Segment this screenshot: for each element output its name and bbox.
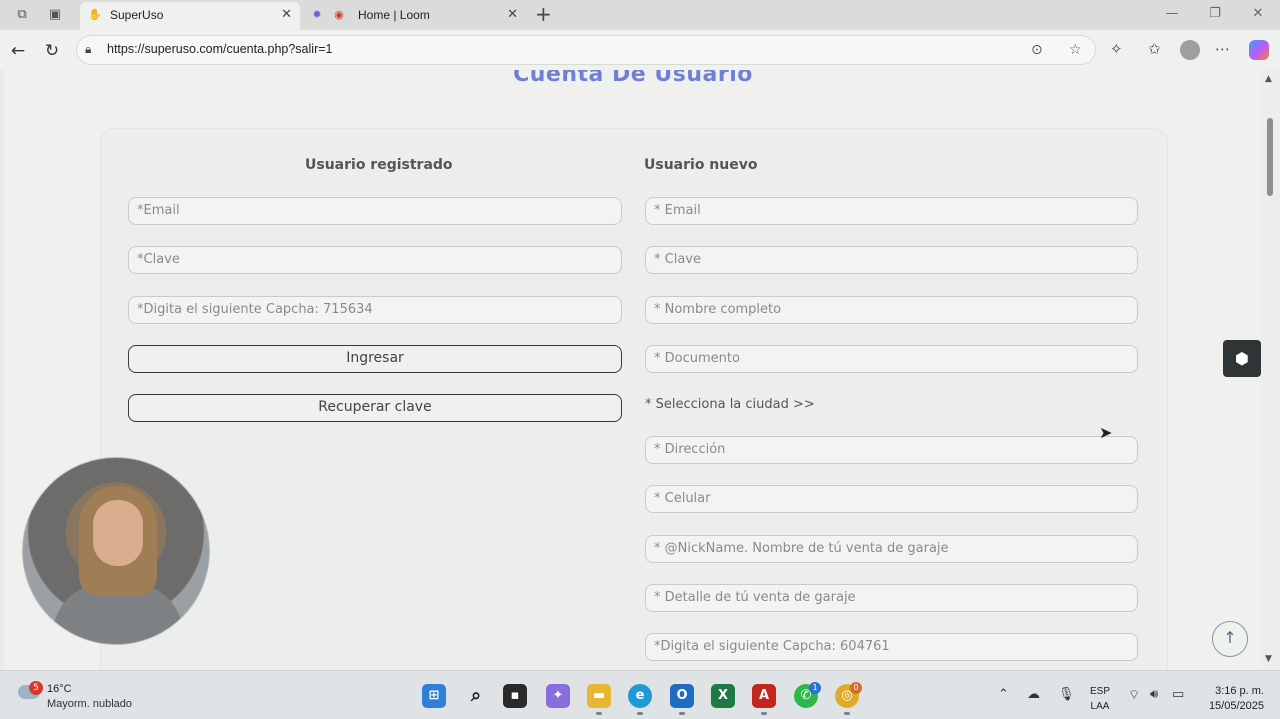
scroll-down-arrow-icon[interactable]: ▼ [1265, 654, 1272, 664]
clock-date: 15/05/2025 [1208, 700, 1264, 712]
language-indicator[interactable]: ESP LAA [1090, 684, 1110, 714]
running-indicator [596, 712, 602, 715]
onedrive-cloud-icon[interactable]: ☁ [1027, 687, 1040, 702]
reload-icon[interactable]: ↻ [41, 40, 63, 62]
extension-gear-icon: ✹ [312, 8, 322, 21]
running-indicator [679, 712, 685, 715]
browser-window: ⧉ ▣ ✋ SuperUso ✕ ✹ ◉ Home | Loom ✕ + — ❐… [0, 0, 1280, 719]
close-window-button[interactable]: ✕ [1238, 6, 1278, 21]
running-indicator [761, 712, 767, 715]
volume-icon[interactable]: 🔊︎ [1150, 687, 1158, 702]
restore-button[interactable]: ❐ [1195, 6, 1235, 21]
recording-icon: ◉ [334, 8, 344, 21]
register-password-input[interactable]: * Clave [645, 246, 1138, 274]
login-email-input[interactable]: *Email [128, 197, 622, 225]
running-indicator [637, 712, 643, 715]
wifi-icon[interactable]: ⌔ [1128, 687, 1140, 703]
extensions-puzzle-icon[interactable]: ✧ [1110, 40, 1123, 58]
tab-title: SuperUso [110, 8, 164, 22]
login-captcha-input[interactable]: *Digita el siguiente Capcha: 715634 [128, 296, 622, 324]
tray-overflow-chevron-icon[interactable]: ⌃ [998, 687, 1009, 702]
settings-more-icon[interactable]: ⋯ [1215, 40, 1230, 58]
profile-avatar[interactable] [1180, 40, 1200, 60]
new-tab-button[interactable]: + [535, 4, 552, 24]
language-code: ESP [1090, 686, 1111, 697]
task-view-icon[interactable]: ▪ [503, 684, 527, 708]
favorite-star-icon[interactable]: ☆ [1069, 42, 1082, 58]
outlook-icon[interactable]: O [670, 684, 694, 708]
register-fullname-input[interactable]: * Nombre completo [645, 296, 1138, 324]
page-scrollbar[interactable]: ▲ ▼ [1262, 70, 1280, 670]
copilot-app-icon[interactable]: ✦ [546, 684, 570, 708]
scroll-to-top-icon[interactable]: ↑ [1212, 621, 1248, 657]
system-clock[interactable]: 3:16 p. m. 15/05/2025 [1196, 684, 1264, 714]
webcam-person-face [93, 500, 143, 566]
tab-bar: ⧉ ▣ ✋ SuperUso ✕ ✹ ◉ Home | Loom ✕ + — ❐… [0, 0, 1280, 30]
close-tab-icon[interactable]: ✕ [281, 2, 292, 28]
battery-icon[interactable]: ▭ [1172, 687, 1184, 702]
register-email-input[interactable]: * Email [645, 197, 1138, 225]
acrobat-icon[interactable]: A [752, 684, 776, 708]
weather-badge: 5 [29, 681, 43, 695]
search-icon[interactable]: ⌕ [464, 684, 488, 708]
register-nickname-input[interactable]: * @NickName. Nombre de tú venta de garaj… [645, 535, 1138, 563]
microphone-icon[interactable]: 🎙︎ [1058, 687, 1075, 702]
excel-icon[interactable]: X [711, 684, 735, 708]
close-tab-icon[interactable]: ✕ [507, 2, 518, 28]
address-bar[interactable]: 🔒︎ https://superuso.com/cuenta.php?salir… [76, 35, 1096, 65]
copilot-icon[interactable] [1249, 40, 1269, 60]
camera-settings-icon[interactable]: ⬢ [1223, 340, 1261, 377]
register-captcha-input[interactable]: *Digita el siguiente Capcha: 604761 [645, 633, 1138, 661]
running-indicator [844, 712, 850, 715]
minimize-button[interactable]: — [1152, 6, 1192, 21]
weather-temperature[interactable]: 16°C [47, 683, 72, 695]
tab-actions-icon[interactable]: ▣ [46, 6, 64, 24]
tab-title: Home | Loom [358, 8, 430, 22]
tab-loom[interactable]: ✹ ◉ Home | Loom ✕ [302, 2, 526, 30]
file-explorer-icon[interactable]: ▬ [587, 684, 611, 708]
lock-icon[interactable]: 🔒︎ [85, 42, 91, 57]
login-password-input[interactable]: *Clave [128, 246, 622, 274]
whatsapp-badge: 1 [809, 682, 821, 694]
register-phone-input[interactable]: * Celular [645, 485, 1138, 513]
register-detail-input[interactable]: * Detalle de tú venta de garaje [645, 584, 1138, 612]
webcam-overlay[interactable] [22, 457, 210, 645]
login-button[interactable]: Ingresar [128, 345, 622, 373]
mouse-cursor-icon: ➤ [1099, 423, 1113, 442]
keyboard-layout: LAA [1090, 701, 1110, 712]
page-title: Cuenta De Usuario [513, 70, 753, 87]
back-arrow-icon[interactable]: ← [7, 40, 29, 62]
register-section-title: Usuario nuevo [644, 157, 758, 173]
workspaces-icon[interactable]: ⧉ [13, 6, 31, 24]
edge-browser-icon[interactable]: e [628, 684, 652, 708]
select-city-link[interactable]: * Selecciona la ciudad >> [645, 397, 815, 412]
scroll-up-arrow-icon[interactable]: ▲ [1265, 74, 1272, 84]
scrollbar-thumb[interactable] [1267, 118, 1273, 196]
weather-description[interactable]: Mayorm. nublado [47, 698, 132, 710]
url-text: https://superuso.com/cuenta.php?salir=1 [107, 42, 333, 56]
recover-password-button[interactable]: Recuperar clave [128, 394, 622, 422]
register-address-input[interactable]: * Dirección [645, 436, 1138, 464]
tab-superuso[interactable]: ✋ SuperUso ✕ [80, 2, 300, 30]
chrome-badge: 0 [850, 682, 862, 694]
register-document-input[interactable]: * Documento [645, 345, 1138, 373]
navigation-bar: ← ↻ 🔒︎ https://superuso.com/cuenta.php?s… [0, 30, 1280, 70]
more-options-circle-icon[interactable]: ⊙ [1031, 42, 1043, 58]
start-windows-icon[interactable]: ⊞ [422, 684, 446, 708]
taskbar: 5 16°C Mayorm. nublado ⊞ ⌕ ▪ ✦ ▬ e O X A… [0, 670, 1280, 719]
superuso-favicon-icon: ✋ [88, 8, 102, 21]
login-section-title: Usuario registrado [305, 157, 453, 173]
clock-time: 3:16 p. m. [1215, 685, 1264, 697]
favorites-icon[interactable]: ✩ [1148, 40, 1161, 58]
